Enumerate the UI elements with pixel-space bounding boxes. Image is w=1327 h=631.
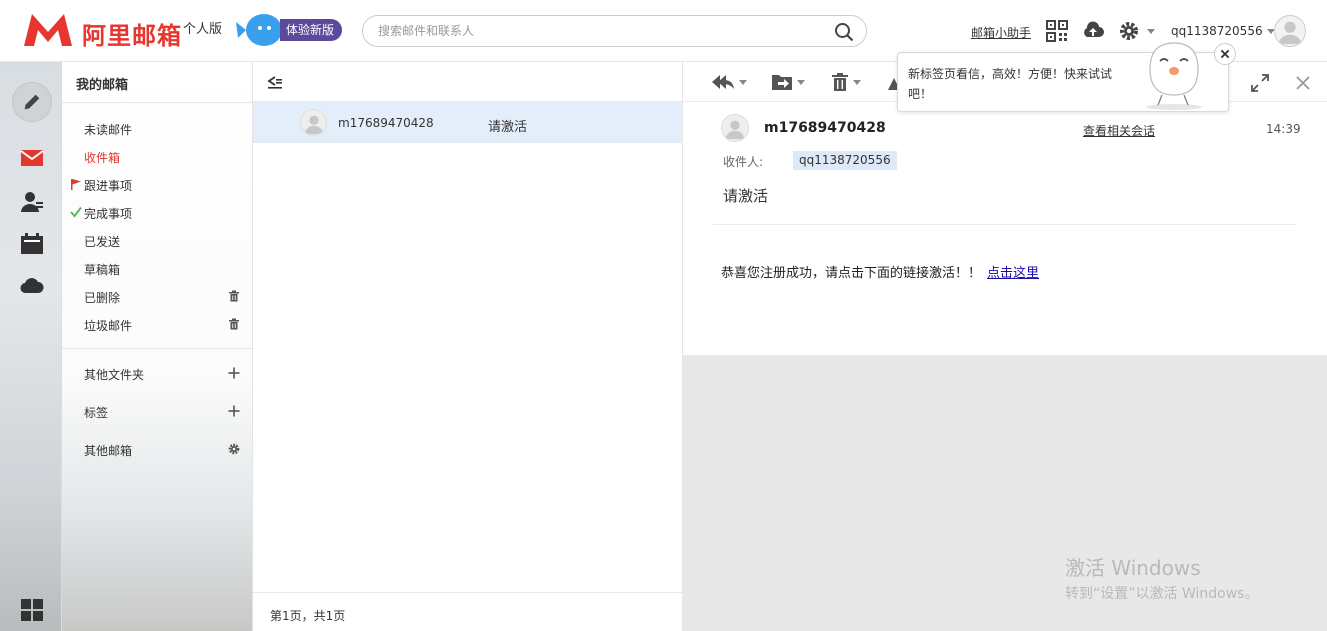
search-icon[interactable] [834, 22, 854, 42]
chevron-down-icon [853, 79, 861, 85]
new-tab-tip-popover: 新标签页看信，高效！方便！快来试试吧！ [897, 42, 1236, 112]
search-input[interactable] [378, 22, 818, 40]
message-body: 恭喜您注册成功，请点击下面的链接激活！！ 点击这里 [721, 262, 1039, 281]
message-row[interactable]: m17689470428 请激活 [253, 102, 682, 143]
user-menu[interactable]: qq1138720556 [1171, 24, 1275, 38]
app-rail [0, 62, 62, 631]
other-mailboxes[interactable]: 其他邮箱 [84, 442, 132, 459]
collapse-pane-icon[interactable] [267, 74, 283, 90]
pagination-text: 第1页，共1页 [270, 609, 346, 623]
chevron-down-icon [797, 79, 805, 85]
move-folder-icon [772, 75, 792, 90]
message-from: m17689470428 [338, 116, 434, 130]
activate-link[interactable]: 点击这里 [987, 266, 1039, 281]
related-conversation-link[interactable]: 查看相关会话 [1083, 122, 1155, 139]
trash-icon [832, 73, 848, 91]
close-icon [1220, 49, 1230, 59]
reply-all-icon [712, 75, 734, 89]
message-subject-title: 请激活 [723, 187, 769, 205]
delete-button[interactable] [831, 72, 861, 92]
compose-icon [24, 94, 40, 110]
apps-icon[interactable] [20, 598, 44, 622]
folder-deleted[interactable]: 已删除 [84, 289, 120, 306]
mascot-fish-icon[interactable] [236, 8, 286, 50]
folder-follow-up[interactable]: 跟进事项 [84, 177, 132, 194]
cloud-upload-icon[interactable] [1082, 20, 1104, 42]
other-folders[interactable]: 其他文件夹 [84, 366, 144, 383]
cloud-icon[interactable] [20, 274, 44, 298]
flag-icon [71, 179, 81, 190]
watermark-title: 激活 Windows [1065, 556, 1201, 580]
windows-activation-watermark: 激活 Windows 转到“设置”以激活 Windows。 [1065, 552, 1258, 603]
username: qq1138720556 [1171, 24, 1263, 38]
mail-helper-link[interactable]: 邮箱小助手 [971, 24, 1031, 41]
folder-pane: 我的邮箱 未读邮件 收件箱 跟进事项 完成事项 已发送 草稿箱 已删除 垃圾邮件… [62, 62, 253, 631]
message-time: 14:39 [1266, 122, 1301, 136]
user-avatar[interactable] [1274, 15, 1306, 47]
calendar-icon[interactable] [20, 232, 44, 256]
folder-pane-title: 我的邮箱 [76, 78, 129, 93]
message-body-text: 恭喜您注册成功，请点击下面的链接激活！！ [721, 266, 982, 281]
qr-code-icon[interactable] [1046, 20, 1068, 42]
fullscreen-icon[interactable] [1251, 73, 1269, 93]
message-list: m17689470428 请激活 第1页，共1页 [253, 62, 683, 631]
gear-icon[interactable] [228, 443, 240, 455]
close-icon[interactable] [1295, 73, 1311, 93]
move-button[interactable] [771, 72, 805, 92]
search-box[interactable] [362, 15, 867, 47]
settings-dropdown-caret-icon[interactable] [1147, 29, 1155, 34]
reply-button[interactable] [711, 72, 747, 92]
list-pagination: 第1页，共1页 [253, 592, 682, 631]
brand-name: 阿里邮箱 [82, 22, 182, 50]
message-sender[interactable]: m17689470428 [764, 120, 886, 136]
trash-icon[interactable] [228, 290, 240, 302]
avatar-icon [725, 120, 745, 140]
tip-close-button[interactable] [1214, 43, 1236, 65]
folder-sent[interactable]: 已发送 [84, 233, 120, 250]
message-subject: 请激活 [488, 120, 528, 135]
plus-icon[interactable] [228, 367, 240, 379]
avatar-icon [304, 115, 324, 135]
mail-icon[interactable] [20, 146, 44, 170]
sender-avatar [721, 114, 749, 142]
watermark-subtitle: 转到“设置”以激活 Windows。 [1065, 586, 1259, 602]
mascot-bird-icon [1146, 42, 1202, 110]
tip-text: 新标签页看信，高效！方便！快来试试吧！ [908, 67, 1113, 101]
recipient-chip[interactable]: qq1138720556 [793, 151, 897, 170]
check-icon [70, 206, 82, 218]
brand-logo-icon[interactable] [22, 12, 74, 48]
recipient-label: 收件人: [723, 155, 764, 169]
chevron-down-icon [739, 79, 747, 85]
folder-inbox[interactable]: 收件箱 [84, 149, 120, 166]
tags[interactable]: 标签 [84, 404, 108, 421]
avatar-icon [1278, 21, 1302, 45]
list-toolbar [253, 62, 682, 102]
divider [713, 224, 1297, 225]
divider [62, 348, 252, 349]
brand-edition: 个人版 [183, 22, 223, 37]
divider [62, 102, 252, 103]
reading-pane: m17689470428 查看相关会话 14:39 收件人: qq1138720… [683, 62, 1327, 631]
sender-avatar [300, 109, 327, 136]
contacts-icon[interactable] [20, 190, 44, 214]
folder-drafts[interactable]: 草稿箱 [84, 261, 120, 278]
folder-spam[interactable]: 垃圾邮件 [84, 317, 132, 334]
folder-unread[interactable]: 未读邮件 [84, 121, 132, 138]
compose-button[interactable] [12, 82, 52, 122]
trash-icon[interactable] [228, 318, 240, 330]
plus-icon[interactable] [228, 405, 240, 417]
folder-done[interactable]: 完成事项 [84, 205, 132, 222]
try-new-version-button[interactable]: 体验新版 [280, 19, 343, 41]
